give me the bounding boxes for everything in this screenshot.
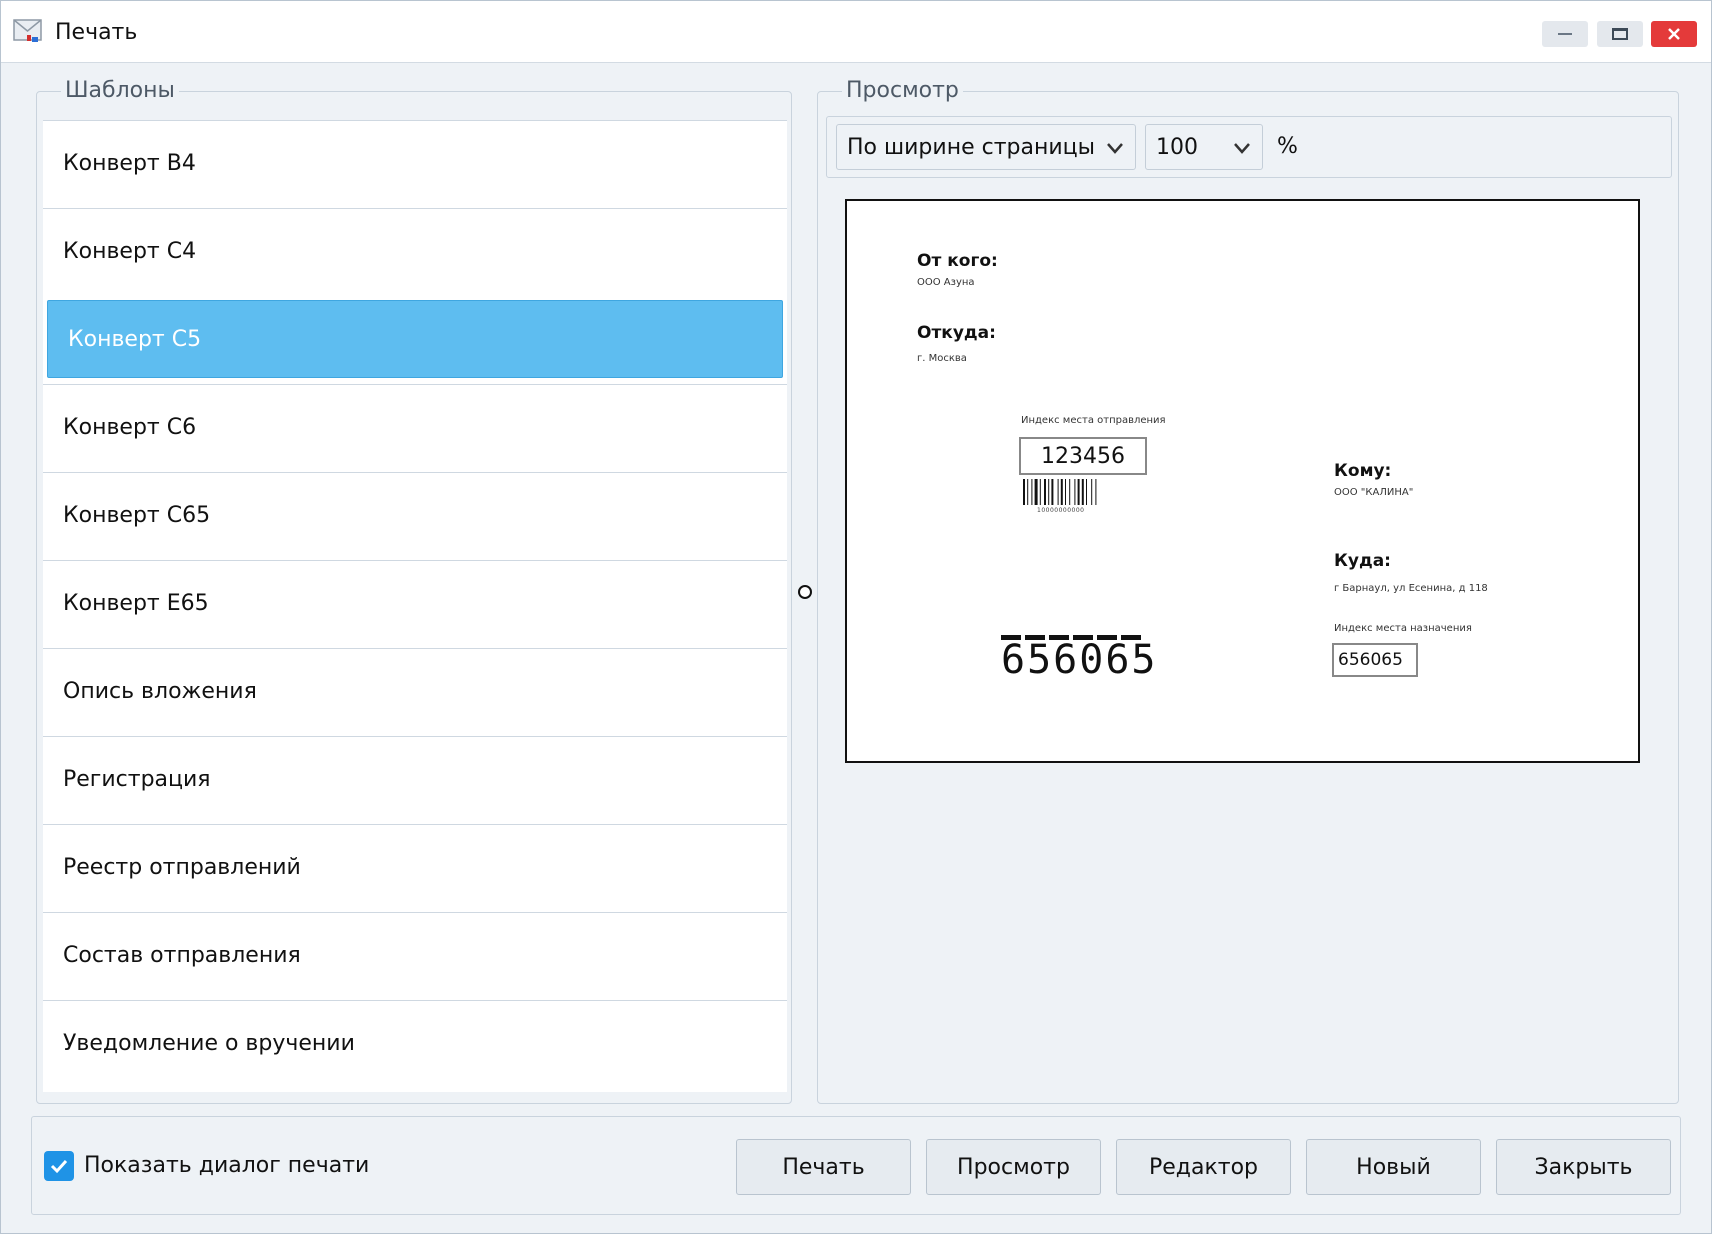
from-where-label: Откуда:	[917, 323, 996, 343]
from-where-value: г. Москва	[917, 353, 967, 364]
barcode-number: 10000000000	[1037, 507, 1085, 514]
checkmark-icon	[50, 1159, 68, 1174]
chevron-down-icon	[1107, 143, 1123, 154]
print-button[interactable]: Печать	[736, 1139, 911, 1195]
barcode-bar	[1044, 479, 1046, 505]
list-bottom-edge	[43, 1092, 787, 1096]
barcode-bar	[1077, 479, 1080, 505]
template-item[interactable]: Конверт E65	[43, 560, 787, 646]
sender-index-label: Индекс места отправления	[1021, 415, 1166, 426]
chevron-down-icon	[1234, 143, 1250, 154]
zoom-value: 100	[1156, 134, 1198, 160]
from-value: ООО Азуна	[917, 277, 975, 288]
templates-group: Шаблоны Конверт B4 Конверт C4 Конверт C5 Ко…	[36, 78, 792, 1104]
barcode-bar	[1023, 479, 1025, 505]
dest-index-label: Индекс места назначения	[1334, 623, 1472, 634]
templates-list[interactable]: Конверт B4 Конверт C4 Конверт C5 Конверт C6…	[43, 120, 787, 1095]
close-button[interactable]: Закрыть	[1496, 1139, 1671, 1195]
barcode-bar	[1074, 479, 1076, 505]
barcode-bar	[1048, 479, 1050, 505]
barcode-bar	[1086, 479, 1087, 505]
maximize-button[interactable]	[1597, 21, 1643, 47]
sender-index-box: 123456	[1019, 437, 1147, 475]
template-item[interactable]: Конверт C4	[43, 208, 787, 294]
barcode-bar	[1069, 479, 1071, 505]
preview-button[interactable]: Просмотр	[926, 1139, 1101, 1195]
envelope-preview: От кого: ООО Азуна Откуда: г. Москва Инд…	[845, 199, 1640, 763]
bottom-bar: Показать диалог печати Печать Просмотр Р…	[31, 1116, 1681, 1215]
barcode-bar	[1034, 479, 1038, 505]
new-button[interactable]: Новый	[1306, 1139, 1481, 1195]
zoom-unit: %	[1277, 134, 1298, 159]
fit-mode-select[interactable]: По ширине страницы	[836, 124, 1136, 170]
template-item[interactable]: Опись вложения	[43, 648, 787, 734]
editor-button[interactable]: Редактор	[1116, 1139, 1291, 1195]
barcode-bar	[1095, 479, 1097, 505]
splitter-handle[interactable]	[798, 585, 812, 599]
template-item[interactable]: Реестр отправлений	[43, 824, 787, 910]
print-dialog-window: Печать Шаблоны Конверт B4 Конверт C4 Конве…	[0, 0, 1712, 1234]
zoom-select[interactable]: 100	[1145, 124, 1263, 170]
barcode	[1023, 479, 1097, 505]
to-where-label: Куда:	[1334, 551, 1391, 571]
barcode-bar	[1057, 479, 1059, 505]
templates-legend: Шаблоны	[61, 78, 179, 103]
preview-toolbar: По ширине страницы 100 %	[826, 116, 1672, 178]
template-item[interactable]: Уведомление о вручении	[43, 1000, 787, 1086]
postcode-digits: 656065	[1001, 637, 1158, 683]
barcode-bar	[1065, 479, 1066, 505]
barcode-bar	[1060, 479, 1063, 505]
from-label: От кого:	[917, 251, 998, 271]
barcode-bar	[1027, 479, 1029, 505]
close-window-button[interactable]	[1651, 21, 1697, 47]
show-dialog-checkbox[interactable]	[44, 1151, 74, 1181]
minimize-icon	[1558, 33, 1572, 35]
dest-index-box: 656065	[1332, 643, 1418, 677]
template-item[interactable]: Конверт C6	[43, 384, 787, 470]
template-item[interactable]: Состав отправления	[43, 912, 787, 998]
envelope-app-icon	[13, 18, 43, 44]
fit-mode-value: По ширине страницы	[847, 134, 1095, 160]
preview-legend: Просмотр	[842, 78, 963, 103]
show-dialog-label[interactable]: Показать диалог печати	[84, 1153, 369, 1178]
template-item[interactable]: Конверт B4	[43, 120, 787, 206]
preview-group: Просмотр По ширине страницы 100 % От ког…	[817, 78, 1679, 1104]
to-value: ООО "КАЛИНА"	[1334, 487, 1414, 498]
template-item[interactable]: Регистрация	[43, 736, 787, 822]
barcode-bar	[1091, 479, 1093, 505]
to-label: Кому:	[1334, 461, 1392, 481]
template-item[interactable]: Конверт C5	[47, 300, 783, 378]
template-item[interactable]: Конверт C65	[43, 472, 787, 558]
minimize-button[interactable]	[1542, 21, 1588, 47]
window-title: Печать	[55, 20, 138, 45]
maximize-icon	[1612, 28, 1628, 40]
close-icon	[1668, 28, 1680, 40]
barcode-bar	[1081, 479, 1084, 505]
barcode-bar	[1039, 479, 1041, 505]
barcode-bar	[1031, 479, 1033, 505]
barcode-bar	[1051, 479, 1054, 505]
to-where-value: г Барнаул, ул Есенина, д 118	[1334, 583, 1488, 594]
title-bar[interactable]: Печать	[1, 1, 1711, 63]
